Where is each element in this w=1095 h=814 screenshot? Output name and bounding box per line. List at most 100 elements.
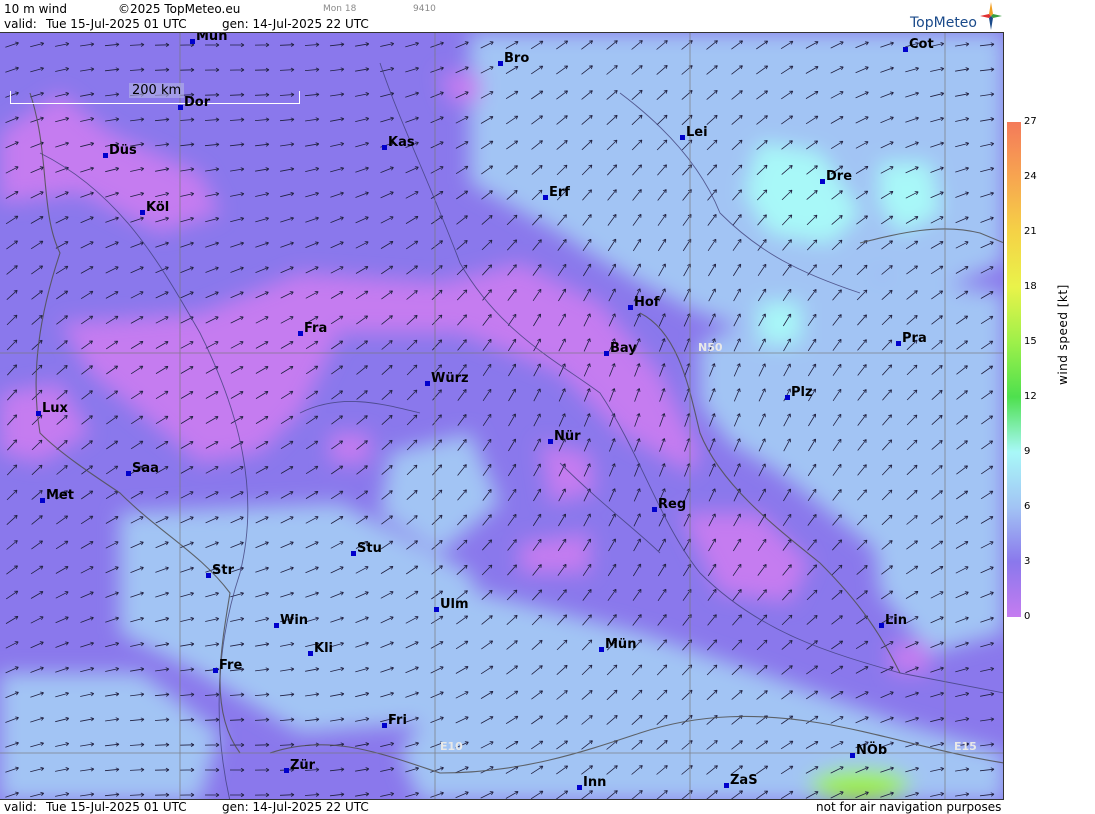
city-label: Pra xyxy=(896,331,927,346)
legend-color-band xyxy=(1007,342,1021,397)
city-label: Ulm xyxy=(434,597,469,612)
city-name: Kas xyxy=(388,135,415,150)
city-dot-icon xyxy=(850,753,855,758)
city-label: Lin xyxy=(879,613,907,628)
city-name: Lin xyxy=(885,613,907,628)
city-dot-icon xyxy=(903,47,908,52)
city-dot-icon xyxy=(896,341,901,346)
legend-tick-label: 12 xyxy=(1024,391,1037,402)
legend-tick-label: 3 xyxy=(1024,556,1031,567)
city-name: NÖb xyxy=(856,743,888,758)
city-label: Lei xyxy=(680,125,708,140)
city-name: Fra xyxy=(304,321,328,336)
city-label: Met xyxy=(40,488,74,503)
city-label: Dre xyxy=(820,169,852,184)
footer-valid-label: valid: xyxy=(4,800,37,814)
legend-tick-label: 21 xyxy=(1024,226,1037,237)
scale-bar: 200 km xyxy=(10,83,300,104)
city-dot-icon xyxy=(628,305,633,310)
city-label: Dor xyxy=(178,95,210,110)
city-dot-icon xyxy=(577,785,582,790)
city-name: Fre xyxy=(219,658,243,673)
city-dot-icon xyxy=(498,61,503,66)
legend-tick-label: 9 xyxy=(1024,446,1031,457)
city-dot-icon xyxy=(40,498,45,503)
grid-label-e10: E10 xyxy=(440,740,463,753)
city-name: Köl xyxy=(146,200,170,215)
legend-tick-label: 27 xyxy=(1024,116,1037,127)
legend-color-band xyxy=(1007,452,1021,507)
city-name: Dor xyxy=(184,95,211,110)
city-dot-icon xyxy=(298,331,303,336)
city-name: Mün xyxy=(196,32,228,44)
legend-tick-label: 24 xyxy=(1024,171,1037,182)
legend-color-band xyxy=(1007,287,1021,342)
legend-tick-label: 18 xyxy=(1024,281,1037,292)
city-dot-icon xyxy=(680,135,685,140)
city-name: Met xyxy=(46,488,74,503)
city-name: Bay xyxy=(610,341,637,356)
city-name: Ulm xyxy=(440,597,469,612)
city-name: Düs xyxy=(109,143,137,158)
city-label: Saa xyxy=(126,461,159,476)
city-name: Würz xyxy=(431,371,469,386)
legend-color-band xyxy=(1007,397,1021,452)
city-dot-icon xyxy=(724,783,729,788)
wind-field xyxy=(0,33,1003,799)
grid-label-n50: N50 xyxy=(698,341,723,354)
city-label: Kas xyxy=(382,135,415,150)
legend-tick-label: 0 xyxy=(1024,611,1031,622)
city-label: Stu xyxy=(351,541,382,556)
city-label: Würz xyxy=(425,371,469,386)
city-label: Fre xyxy=(213,658,242,673)
city-dot-icon xyxy=(543,195,548,200)
city-dot-icon xyxy=(190,39,195,44)
footer-generated-time: gen: 14-Jul-2025 22 UTC xyxy=(222,800,369,814)
legend-title: wind speed [kt] xyxy=(1056,284,1070,385)
city-dot-icon xyxy=(103,153,108,158)
city-label: Inn xyxy=(577,775,606,790)
city-dot-icon xyxy=(126,471,131,476)
valid-label: valid: xyxy=(4,17,37,31)
logo-text: TopMeteo xyxy=(910,15,977,31)
city-dot-icon xyxy=(36,411,41,416)
city-label: Bay xyxy=(604,341,637,356)
city-dot-icon xyxy=(820,179,825,184)
footer: valid: Tue 15-Jul-2025 01 UTC gen: 14-Ju… xyxy=(0,800,1004,814)
legend-tick-label: 15 xyxy=(1024,336,1037,347)
city-dot-icon xyxy=(599,647,604,652)
footer-valid-time: Tue 15-Jul-2025 01 UTC xyxy=(46,800,187,814)
valid-time: Tue 15-Jul-2025 01 UTC xyxy=(46,17,187,31)
wind-map[interactable]: 200 km N50 E10 E15 Mün Bro Cot Dor Kas Lei Düs… xyxy=(0,32,1004,800)
city-label: Cot xyxy=(903,37,934,52)
city-label: Mün xyxy=(190,32,228,44)
city-label: Kli xyxy=(308,641,333,656)
city-dot-icon xyxy=(652,507,657,512)
city-dot-icon xyxy=(434,607,439,612)
city-dot-icon xyxy=(425,381,430,386)
city-name: Str xyxy=(212,563,234,578)
city-label: Win xyxy=(274,613,308,628)
city-dot-icon xyxy=(382,145,387,150)
city-label: NÖb xyxy=(850,743,887,758)
city-label: Fra xyxy=(298,321,327,336)
city-name: Stu xyxy=(357,541,382,556)
city-label: Bro xyxy=(498,51,529,66)
city-name: Lei xyxy=(686,125,708,140)
legend-color-band xyxy=(1007,232,1021,287)
city-label: Erf xyxy=(543,185,570,200)
small-day-label: Mon 18 xyxy=(323,4,357,14)
city-label: Mün xyxy=(599,637,636,652)
city-name: Dre xyxy=(826,169,853,184)
city-name: Bro xyxy=(504,51,530,66)
grid-label-e15: E15 xyxy=(954,740,977,753)
city-label: Str xyxy=(206,563,234,578)
city-dot-icon xyxy=(879,623,884,628)
city-dot-icon xyxy=(604,351,609,356)
city-dot-icon xyxy=(178,105,183,110)
city-name: Saa xyxy=(132,461,159,476)
legend-color-band xyxy=(1007,562,1021,617)
city-name: Zür xyxy=(290,758,316,773)
topmeteo-logo: TopMeteo xyxy=(910,2,1002,32)
generated-time: gen: 14-Jul-2025 22 UTC xyxy=(222,17,369,31)
